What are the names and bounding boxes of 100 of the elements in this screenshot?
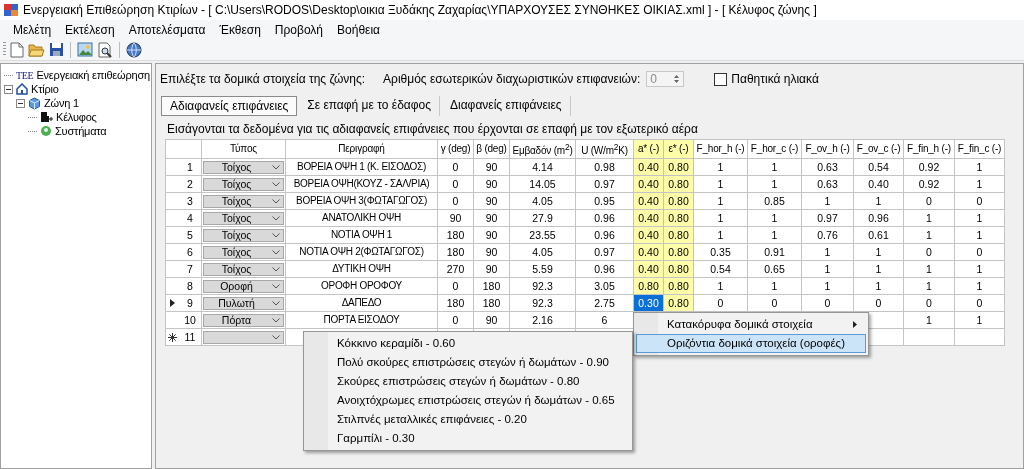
menu-item[interactable]: Κόκκινο κεραμίδι - 0.60: [306, 333, 630, 353]
chevron-down-icon[interactable]: [272, 198, 280, 204]
table-cell[interactable]: 0: [437, 175, 474, 193]
table-cell[interactable]: 4.05: [509, 192, 576, 210]
table-cell[interactable]: 0: [437, 192, 474, 210]
table-cell[interactable]: 1: [747, 226, 802, 244]
column-header[interactable]: Εμβαδόν (m$^{2}$): [509, 139, 576, 159]
table-cell[interactable]: ΔΑΠΕΔΟ: [285, 294, 438, 312]
table-cell[interactable]: ΑΝΑΤΟΛΙΚΗ ΟΨΗ: [285, 209, 438, 227]
table-cell[interactable]: 1: [747, 158, 802, 176]
column-header[interactable]: F_fin_h (-): [903, 139, 955, 159]
table-cell[interactable]: 5.59: [509, 260, 576, 278]
table-cell[interactable]: 0: [954, 192, 1005, 210]
table-cell[interactable]: 1: [954, 277, 1005, 295]
row-header[interactable]: 5: [165, 226, 202, 244]
table-cell[interactable]: ΝΟΤΙΑ ΟΨΗ 2(ΦΩΤΑΓΩΓΟΣ): [285, 243, 438, 261]
tree-item[interactable]: Κτίριο: [31, 83, 59, 95]
table-cell[interactable]: 90: [473, 226, 510, 244]
table-cell[interactable]: 1: [954, 311, 1005, 329]
table-cell[interactable]: 1: [747, 209, 802, 227]
table-cell[interactable]: 0: [693, 294, 748, 312]
table-cell[interactable]: 0: [903, 192, 955, 210]
table-cell[interactable]: 92.3: [509, 277, 576, 295]
table-cell[interactable]: 1: [954, 175, 1005, 193]
table-cell[interactable]: 92.3: [509, 294, 576, 312]
column-header[interactable]: U (W/m$^{2}$K): [575, 139, 634, 159]
type-dropdown[interactable]: Πόρτα: [203, 313, 284, 327]
table-cell[interactable]: 1: [853, 243, 904, 261]
table-cell[interactable]: ΠΟΡΤΑ ΕΙΣΟΔΟΥ: [285, 311, 438, 329]
row-header[interactable]: 9: [165, 294, 202, 312]
column-header[interactable]: β (deg): [473, 139, 510, 159]
chevron-down-icon[interactable]: [272, 300, 280, 306]
table-cell[interactable]: 1: [954, 226, 1005, 244]
table-cell[interactable]: 0: [437, 277, 474, 295]
table-cell[interactable]: 2.75: [575, 294, 634, 312]
table-cell[interactable]: ΒΟΡΕΙΑ ΟΨΗ(ΚΟΥΖ - ΣΑΛ/ΡΙΑ): [285, 175, 438, 193]
row-header[interactable]: 10: [165, 311, 202, 329]
table-cell[interactable]: 0.63: [801, 158, 854, 176]
table-cell[interactable]: 0.92: [903, 175, 955, 193]
table-cell[interactable]: ΒΟΡΕΙΑ ΟΨΗ 1 (Κ. ΕΙΣΟΔΟΣ): [285, 158, 438, 176]
table-cell[interactable]: 270: [437, 260, 474, 278]
table-cell[interactable]: 0.97: [801, 209, 854, 227]
table-cell[interactable]: 1: [693, 209, 748, 227]
chevron-down-icon[interactable]: [272, 283, 280, 289]
table-cell[interactable]: 0.91: [747, 243, 802, 261]
table-cell[interactable]: 180: [437, 243, 474, 261]
table-cell[interactable]: 90: [473, 209, 510, 227]
table-cell[interactable]: 14.05: [509, 175, 576, 193]
column-header[interactable]: Τύπος: [201, 139, 286, 159]
table-cell[interactable]: 0.63: [801, 175, 854, 193]
type-dropdown[interactable]: Τοίχος: [203, 228, 284, 242]
table-cell[interactable]: 180: [473, 294, 510, 312]
column-header[interactable]: F_ov_c (-): [853, 139, 904, 159]
menu-item[interactable]: Ανοιχτόχρωμες επιστρώσεις στεγών ή δωμάτων - 0.65: [306, 390, 630, 410]
tab[interactable]: Διαφανείς επιφάνειες: [442, 96, 571, 116]
table-cell[interactable]: 1: [954, 158, 1005, 176]
expander-toggle[interactable]: [4, 84, 13, 94]
table-cell[interactable]: ΔΥΤΙΚΗ ΟΨΗ: [285, 260, 438, 278]
table-cell[interactable]: 0.65: [747, 260, 802, 278]
table-cell[interactable]: 1: [693, 192, 748, 210]
tree-item[interactable]: Κέλυφος: [56, 111, 97, 123]
table-cell[interactable]: 180: [437, 294, 474, 312]
menu-item[interactable]: Γαρμπίλι - 0.30: [306, 428, 630, 448]
table-cell[interactable]: 0.98: [575, 158, 634, 176]
table-cell[interactable]: ΒΟΡΕΙΑ ΟΨΗ 3(ΦΩΤΑΓΩΓΟΣ): [285, 192, 438, 210]
chevron-down-icon[interactable]: [272, 266, 280, 272]
table-cell[interactable]: 23.55: [509, 226, 576, 244]
table-cell[interactable]: 0.97: [575, 175, 634, 193]
table-cell[interactable]: 90: [473, 260, 510, 278]
column-header[interactable]: F_ov_h (-): [801, 139, 854, 159]
column-header[interactable]: F_fin_c (-): [954, 139, 1005, 159]
table-cell[interactable]: 1: [693, 158, 748, 176]
table-cell[interactable]: 1: [853, 192, 904, 210]
table-cell[interactable]: 0.96: [853, 209, 904, 227]
table-cell[interactable]: ΝΟΤΙΑ ΟΨΗ 1: [285, 226, 438, 244]
table-cell[interactable]: 1: [903, 226, 955, 244]
menu-item[interactable]: Πολύ σκούρες επιστρώσεις στεγών ή δωμάτων - 0.90: [306, 352, 630, 372]
column-header[interactable]: Περιγραφή: [285, 139, 438, 159]
table-cell[interactable]: 1: [693, 175, 748, 193]
table-cell[interactable]: 90: [473, 175, 510, 193]
type-dropdown[interactable]: Τοίχος: [203, 245, 284, 259]
column-header[interactable]: a* (-): [633, 139, 664, 159]
chevron-down-icon[interactable]: [272, 334, 280, 340]
table-cell[interactable]: 0.54: [853, 158, 904, 176]
table-cell[interactable]: 1: [801, 243, 854, 261]
table-cell[interactable]: 90: [437, 209, 474, 227]
menu-item[interactable]: Προβολή: [267, 20, 331, 39]
table-cell[interactable]: 0.96: [575, 226, 634, 244]
table-cell[interactable]: 1: [801, 260, 854, 278]
row-header[interactable]: 7: [165, 260, 202, 278]
table-cell[interactable]: 1: [693, 277, 748, 295]
type-dropdown[interactable]: Οροφή: [203, 279, 284, 293]
chevron-down-icon[interactable]: [272, 215, 280, 221]
table-cell[interactable]: 0.96: [575, 209, 634, 227]
column-header[interactable]: F_hor_c (-): [747, 139, 802, 159]
table-cell[interactable]: 0.61: [853, 226, 904, 244]
chevron-down-icon[interactable]: [272, 232, 280, 238]
chevron-down-icon[interactable]: [272, 164, 280, 170]
table-cell[interactable]: 1: [903, 209, 955, 227]
table-cell[interactable]: 0.95: [575, 192, 634, 210]
